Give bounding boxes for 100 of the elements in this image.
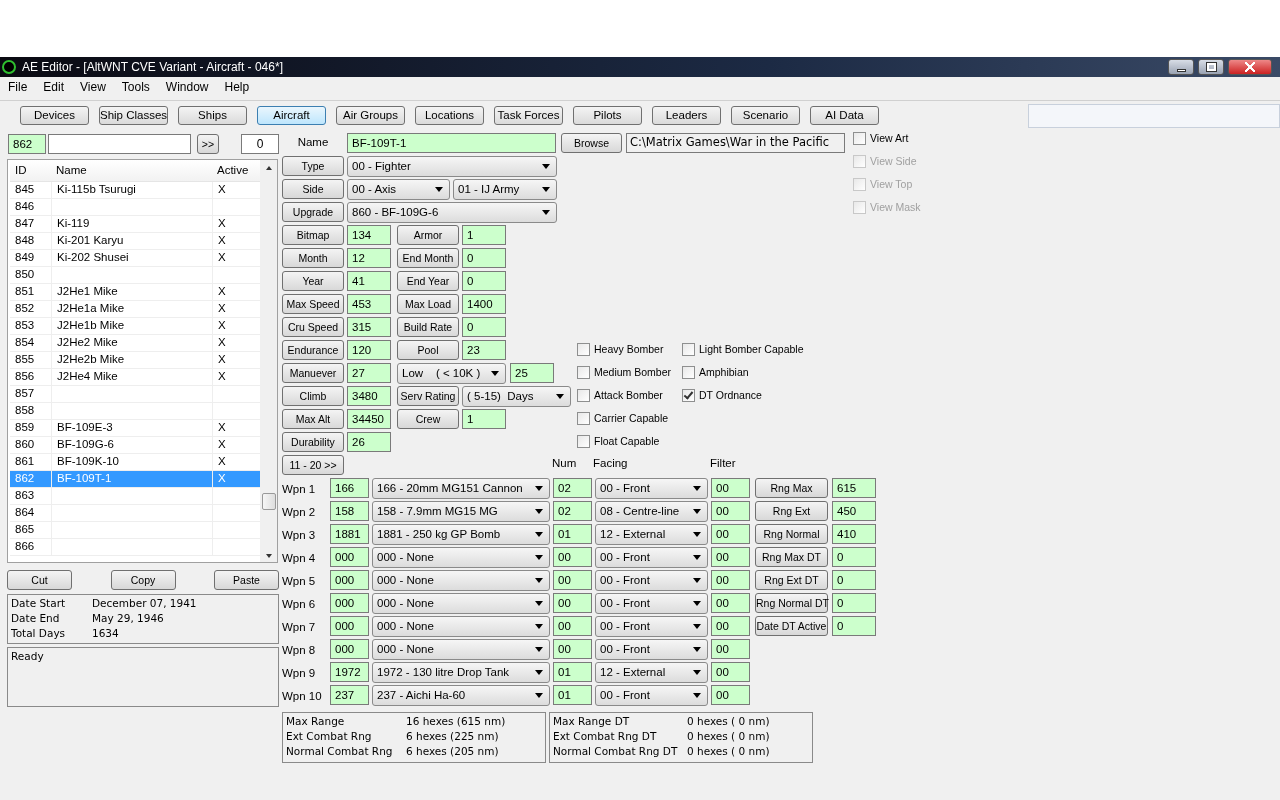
dropdown[interactable]: 000 - None — [372, 547, 550, 568]
input-field[interactable]: 00 — [711, 639, 750, 659]
toolbar-tab[interactable]: Devices — [20, 106, 89, 125]
input-field[interactable]: 0 — [462, 248, 506, 268]
input-field[interactable]: 1881 — [330, 524, 369, 544]
list-row[interactable]: 865 — [10, 522, 260, 539]
toolbar-tab[interactable]: Aircraft — [257, 106, 326, 125]
input-field[interactable]: 120 — [347, 340, 391, 360]
menu-item[interactable]: Tools — [113, 78, 158, 96]
list-row[interactable]: 858 — [10, 403, 260, 420]
field-button[interactable]: Rng Ext — [755, 501, 828, 521]
toolbar-tab[interactable]: Air Groups — [336, 106, 405, 125]
field-button[interactable]: End Year — [397, 271, 459, 291]
menu-item[interactable]: Window — [157, 78, 217, 96]
list-row[interactable]: 846 — [10, 199, 260, 216]
toolbar-tab[interactable]: Ships — [178, 106, 247, 125]
list-row[interactable]: 848 Ki-201 Karyu X — [10, 233, 260, 250]
field-button[interactable]: Durability — [282, 432, 344, 452]
field-button[interactable]: Build Rate — [397, 317, 459, 337]
field-button[interactable]: Rng Max DT — [755, 547, 828, 567]
input-field[interactable]: 00 — [711, 616, 750, 636]
input-field[interactable]: 0 — [832, 593, 876, 613]
dropdown[interactable]: 1972 - 130 litre Drop Tank — [372, 662, 550, 683]
input-field[interactable]: 00 — [553, 570, 592, 590]
input-field[interactable]: 1972 — [330, 662, 369, 682]
input-field[interactable]: 3480 — [347, 386, 391, 406]
column-header[interactable]: Name — [51, 160, 212, 181]
input-field[interactable]: 000 — [330, 547, 369, 567]
input-field[interactable]: 25 — [510, 363, 554, 383]
dropdown[interactable]: 166 - 20mm MG151 Cannon — [372, 478, 550, 499]
field-button[interactable]: Upgrade — [282, 202, 344, 222]
field-button[interactable]: Max Load — [397, 294, 459, 314]
dropdown[interactable]: ( 5-15) Days — [462, 386, 571, 407]
list-row[interactable]: 856 J2He4 Mike X — [10, 369, 260, 386]
dropdown[interactable]: 000 - None — [372, 593, 550, 614]
input-field[interactable]: 615 — [832, 478, 876, 498]
field-button[interactable]: Rng Normal DT — [755, 593, 828, 613]
dropdown[interactable]: 12 - External — [595, 662, 708, 683]
input-field[interactable]: 00 — [553, 616, 592, 636]
input-field[interactable]: 1 — [462, 225, 506, 245]
dropdown[interactable]: 00 - Axis — [347, 179, 450, 200]
checkbox[interactable] — [577, 412, 590, 425]
field-button[interactable]: Month — [282, 248, 344, 268]
input-field[interactable]: 27 — [347, 363, 391, 383]
list-row[interactable]: 853 J2He1b Mike X — [10, 318, 260, 335]
input-field[interactable]: 0 — [462, 271, 506, 291]
input-field[interactable]: 166 — [330, 478, 369, 498]
dropdown[interactable]: 00 - Front — [595, 685, 708, 706]
minimize-button[interactable] — [1168, 59, 1194, 75]
search-field[interactable] — [48, 134, 191, 154]
dropdown[interactable]: 158 - 7.9mm MG15 MG — [372, 501, 550, 522]
checkbox[interactable] — [682, 389, 695, 402]
checkbox[interactable] — [853, 132, 866, 145]
input-field[interactable]: 0 — [832, 570, 876, 590]
field-button[interactable]: Max Speed — [282, 294, 344, 314]
input-field[interactable]: 00 — [711, 570, 750, 590]
id-field[interactable]: 862 — [8, 134, 46, 154]
input-field[interactable]: 00 — [553, 547, 592, 567]
input-field[interactable]: 237 — [330, 685, 369, 705]
toolbar-tab[interactable]: AI Data — [810, 106, 879, 125]
input-field[interactable]: 41 — [347, 271, 391, 291]
dropdown[interactable]: 860 - BF-109G-6 — [347, 202, 557, 223]
path-field[interactable]: C:\Matrix Games\War in the Pacific — [626, 133, 845, 153]
input-field[interactable]: 00 — [553, 593, 592, 613]
dropdown[interactable]: 00 - Front — [595, 478, 708, 499]
input-field[interactable]: 00 — [711, 524, 750, 544]
input-field[interactable]: 000 — [330, 593, 369, 613]
input-field[interactable]: 453 — [347, 294, 391, 314]
input-field[interactable]: 00 — [711, 547, 750, 567]
menu-item[interactable]: View — [72, 78, 114, 96]
maximize-button[interactable] — [1198, 59, 1224, 75]
close-button[interactable] — [1228, 59, 1272, 75]
field-button[interactable]: Rng Ext DT — [755, 570, 828, 590]
field-button[interactable]: Manuever — [282, 363, 344, 383]
column-header[interactable]: Active — [212, 160, 257, 181]
checkbox[interactable] — [682, 366, 695, 379]
menu-item[interactable]: File — [0, 78, 36, 96]
dropdown[interactable]: 08 - Centre-line — [595, 501, 708, 522]
dropdown[interactable]: Low ( < 10K ) — [397, 363, 506, 384]
toolbar-tab[interactable]: Locations — [415, 106, 484, 125]
checkbox[interactable] — [577, 389, 590, 402]
dropdown[interactable]: 12 - External — [595, 524, 708, 545]
field-button[interactable]: Serv Rating — [397, 386, 459, 406]
list-row[interactable]: 850 — [10, 267, 260, 284]
input-field[interactable]: 34450 — [347, 409, 391, 429]
checkbox[interactable] — [577, 435, 590, 448]
toolbar-tab[interactable]: Ship Classes — [99, 106, 168, 125]
toolbar-tab[interactable]: Pilots — [573, 106, 642, 125]
input-field[interactable]: 00 — [711, 685, 750, 705]
input-field[interactable]: 1400 — [462, 294, 506, 314]
dropdown[interactable]: 00 - Front — [595, 616, 708, 637]
toolbar-tab[interactable]: Task Forces — [494, 106, 563, 125]
input-field[interactable]: 01 — [553, 662, 592, 682]
count-field[interactable]: 0 — [241, 134, 279, 154]
list-row[interactable]: 852 J2He1a Mike X — [10, 301, 260, 318]
input-field[interactable]: 000 — [330, 639, 369, 659]
page-button[interactable]: 11 - 20 >> — [282, 455, 344, 475]
menu-item[interactable]: Edit — [35, 78, 73, 96]
input-field[interactable]: 410 — [832, 524, 876, 544]
scrollbar[interactable] — [260, 160, 277, 562]
